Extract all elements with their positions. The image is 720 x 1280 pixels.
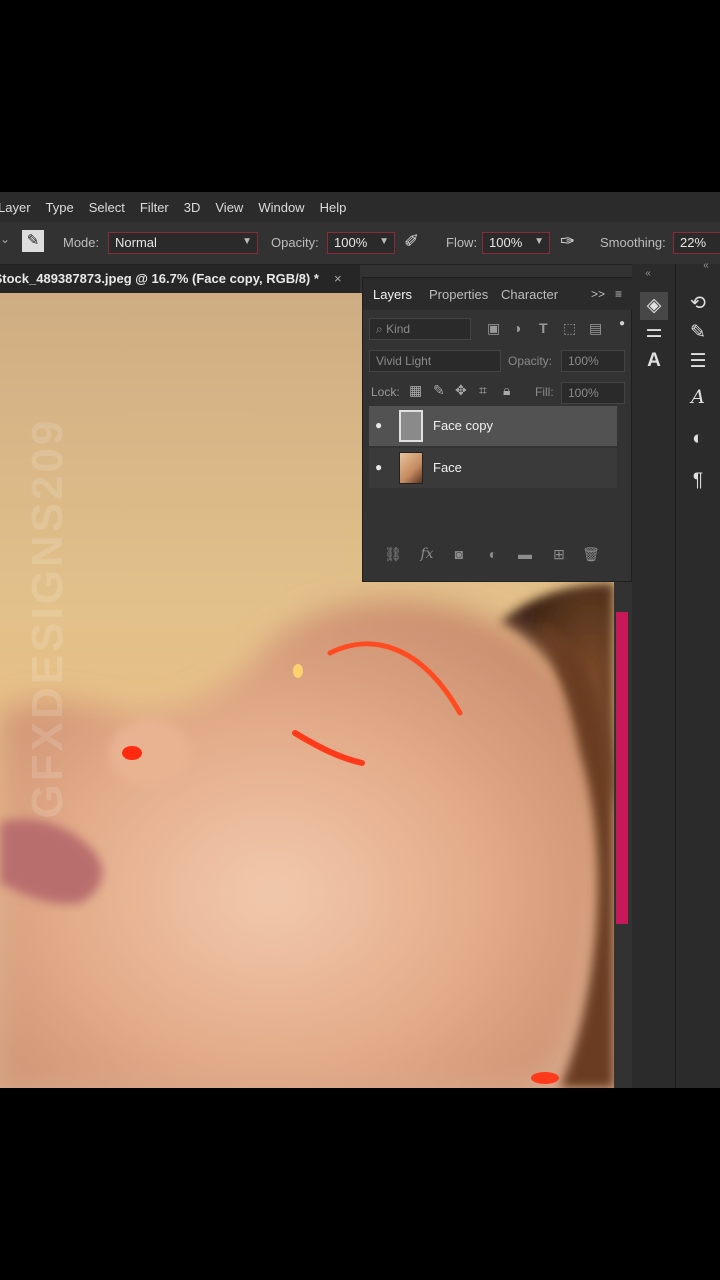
layer-opacity-label: Opacity: <box>508 354 553 368</box>
collapse-icon[interactable]: « <box>692 260 720 271</box>
lock-pixels-icon[interactable]: ✎ <box>433 382 445 399</box>
flow-label: Flow: <box>446 235 478 250</box>
layers-panel-footer: ⛓ fx ◙ ◐ ▬ ⊞ 🗑︎ <box>363 540 633 570</box>
fill-field[interactable]: 100% <box>561 382 625 404</box>
flow-value: 100% <box>489 235 523 250</box>
pressure-opacity-icon[interactable]: ✐ <box>404 231 419 252</box>
lock-artboard-icon[interactable]: ⌗ <box>479 382 487 399</box>
eye-icon[interactable]: ● <box>375 418 382 432</box>
blend-mode-value: Vivid Light <box>376 354 432 368</box>
close-icon[interactable]: × <box>334 271 342 286</box>
type-filter-icon[interactable]: T <box>539 320 548 336</box>
layers-icon[interactable]: ◈ <box>640 292 668 320</box>
link-layers-icon[interactable]: ⛓ <box>383 546 403 563</box>
add-mask-icon[interactable]: ◙ <box>449 546 469 562</box>
menu-window[interactable]: Window <box>258 200 304 215</box>
layer-opacity-field[interactable]: 100% <box>561 350 625 372</box>
menu-type[interactable]: Type <box>46 200 74 215</box>
smart-object-filter-icon[interactable]: ▤ <box>589 320 602 337</box>
opacity-field[interactable]: 100% ▼ <box>327 232 395 254</box>
document-tab[interactable]: iStock_489387873.jpeg @ 16.7% (Face copy… <box>0 265 360 293</box>
pixel-filter-icon[interactable]: ▣ <box>487 320 500 337</box>
shape-filter-icon[interactable]: ⬚ <box>563 320 576 337</box>
fill-label: Fill: <box>535 385 554 399</box>
watermark-text: GFXDESIGNS209 <box>23 417 72 819</box>
new-layer-icon[interactable]: ⊞ <box>549 546 569 563</box>
filter-kind-dropdown[interactable]: ⌕ Kind <box>369 318 471 340</box>
more-tabs-icon[interactable]: >> <box>591 287 605 301</box>
lock-label: Lock: <box>371 385 400 399</box>
tool-preset-caret-icon[interactable]: ⌄ <box>0 232 10 246</box>
menu-filter[interactable]: Filter <box>140 200 169 215</box>
trash-icon[interactable]: 🗑︎ <box>581 546 601 563</box>
chevron-down-icon: ▼ <box>379 236 389 247</box>
fx-icon[interactable]: fx <box>417 546 437 562</box>
canvas-scrollbar[interactable] <box>616 612 628 924</box>
brush-settings-icon[interactable]: ✎ <box>684 321 712 344</box>
dock-divider <box>675 264 676 1088</box>
panel-tabs: Layers Properties Character >> ≡ <box>363 278 633 310</box>
filter-toggle-icon[interactable]: ● <box>619 318 625 329</box>
layer-row-face-copy[interactable]: ● Face copy <box>369 406 617 446</box>
layer-thumbnail <box>399 452 423 484</box>
opacity-label: Opacity: <box>271 235 319 250</box>
collapse-icon[interactable]: « <box>634 268 662 279</box>
character-icon[interactable]: A <box>640 350 668 372</box>
layer-name: Face copy <box>433 418 493 433</box>
smoothing-field[interactable]: 22% <box>673 232 720 254</box>
eye-icon[interactable]: ● <box>375 460 382 474</box>
chevron-down-icon: ▼ <box>534 236 544 247</box>
search-icon: ⌕ <box>376 322 383 336</box>
panel-menu-icon[interactable]: ≡ <box>615 287 622 301</box>
menu-layer[interactable]: Layer <box>0 200 31 215</box>
flow-field[interactable]: 100% ▼ <box>482 232 550 254</box>
lock-all-icon[interactable]: 🔒︎ <box>503 382 510 399</box>
color-icon[interactable]: ◐ <box>684 428 712 450</box>
adjustment-filter-icon[interactable]: ◑ <box>513 320 521 336</box>
smoothing-value: 22% <box>680 235 707 250</box>
filter-kind-value: Kind <box>386 322 411 336</box>
new-group-icon[interactable]: ▬ <box>515 546 535 562</box>
right-icon-dock: « « ◈ ⚌ A ⟲ ✎ ☰ A ◐ ¶ <box>632 260 720 1088</box>
layers-panel: Layers Properties Character >> ≡ ⌕ Kind … <box>362 277 633 582</box>
tab-character[interactable]: Character <box>501 287 558 302</box>
menu-bar: Layer Type Select Filter 3D View Window … <box>0 192 720 222</box>
glyphs-icon[interactable]: A <box>684 386 712 408</box>
history-icon[interactable]: ⟲ <box>684 292 712 315</box>
lock-transparent-icon[interactable]: ▦ <box>409 382 422 399</box>
smoothing-label: Smoothing: <box>600 235 666 250</box>
airbrush-icon[interactable]: ✑ <box>560 231 575 252</box>
tab-layers[interactable]: Layers <box>373 287 412 302</box>
chevron-down-icon: ▼ <box>242 236 252 247</box>
brush-preset-icon[interactable]: ✎ <box>22 230 44 252</box>
layer-thumbnail <box>399 410 423 442</box>
properties-icon[interactable]: ☰ <box>684 350 712 373</box>
blend-mode-dropdown[interactable]: Vivid Light <box>369 350 501 372</box>
adjustments-icon[interactable]: ⚌ <box>640 320 668 343</box>
mode-dropdown[interactable]: Normal ▼ <box>108 232 258 254</box>
menu-3d[interactable]: 3D <box>184 200 201 215</box>
opacity-value: 100% <box>334 235 368 250</box>
tab-properties[interactable]: Properties <box>429 287 488 302</box>
options-bar: ⌄ ✎ Mode: Normal ▼ Opacity: 100% ▼ ✐ Flo… <box>0 222 720 265</box>
menu-view[interactable]: View <box>215 200 243 215</box>
photoshop-window: Layer Type Select Filter 3D View Window … <box>0 192 720 1088</box>
paragraph-icon[interactable]: ¶ <box>684 470 712 492</box>
layer-row-face[interactable]: ● Face <box>369 448 617 488</box>
lock-position-icon[interactable]: ✥ <box>455 382 467 399</box>
mode-label: Mode: <box>63 235 100 250</box>
adjustment-layer-icon[interactable]: ◐ <box>483 546 503 562</box>
document-title: iStock_489387873.jpeg @ 16.7% (Face copy… <box>0 271 319 286</box>
menu-help[interactable]: Help <box>320 200 347 215</box>
mode-value: Normal <box>115 235 157 250</box>
layer-name: Face <box>433 460 462 475</box>
menu-select[interactable]: Select <box>89 200 125 215</box>
layer-opacity-value: 100% <box>568 354 599 368</box>
fill-value: 100% <box>568 386 599 400</box>
